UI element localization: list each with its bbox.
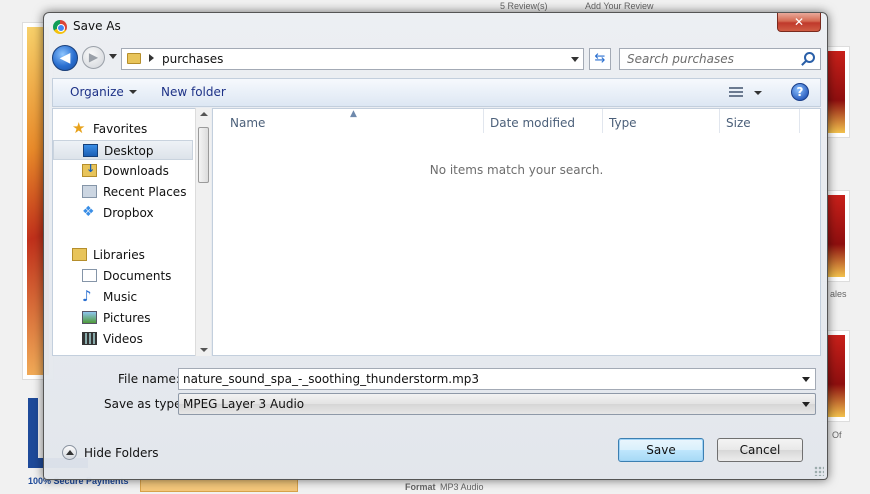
breadcrumb-arrow-icon[interactable] xyxy=(149,54,154,62)
forward-button[interactable]: ▶ xyxy=(82,46,105,69)
buy-button[interactable] xyxy=(140,478,298,492)
save-type-label: Save as type: xyxy=(104,397,186,411)
save-button[interactable]: Save xyxy=(618,438,704,462)
organize-label: Organize xyxy=(70,85,124,99)
breadcrumb-purchases[interactable]: purchases xyxy=(162,52,223,66)
nav-documents[interactable]: Documents xyxy=(53,266,193,286)
side-text: Of xyxy=(832,430,842,440)
nav-pictures[interactable]: Pictures xyxy=(53,308,193,328)
nav-downloads-label: Downloads xyxy=(103,164,169,178)
nav-dropbox[interactable]: ❖ Dropbox xyxy=(53,203,193,223)
command-bar: Organize New folder ? xyxy=(52,78,821,107)
rating-text: 5 Review(s) xyxy=(500,1,548,11)
nav-downloads[interactable]: Downloads xyxy=(53,161,193,181)
column-date-label: Date modified xyxy=(490,116,576,130)
recent-places-icon xyxy=(82,185,97,198)
nav-libraries-label: Libraries xyxy=(93,248,145,262)
views-dropdown-icon[interactable] xyxy=(754,91,762,95)
nav-documents-label: Documents xyxy=(103,269,172,283)
search-icon[interactable] xyxy=(804,52,815,63)
refresh-button[interactable]: ⇆ xyxy=(589,48,611,70)
nav-videos-label: Videos xyxy=(103,332,143,346)
close-button[interactable]: ✕ xyxy=(777,13,821,32)
organize-button[interactable]: Organize xyxy=(70,85,137,99)
desktop-icon xyxy=(83,144,98,157)
new-folder-button[interactable]: New folder xyxy=(161,85,226,99)
star-icon: ★ xyxy=(72,119,86,137)
cancel-button[interactable]: Cancel xyxy=(717,438,803,462)
nav-music-label: Music xyxy=(103,290,138,304)
search-placeholder: Search purchases xyxy=(627,52,734,66)
scroll-down-icon[interactable] xyxy=(200,348,208,352)
nav-favorites-label: Favorites xyxy=(93,122,148,136)
album-art xyxy=(827,195,845,277)
resize-grip[interactable] xyxy=(814,466,824,476)
address-dropdown-icon[interactable] xyxy=(571,57,579,62)
search-input[interactable]: Search purchases xyxy=(619,48,821,70)
chevron-down-icon[interactable] xyxy=(802,402,810,407)
help-icon[interactable]: ? xyxy=(791,83,809,101)
save-as-dialog: Save As ✕ ◀ ▶ purchases ⇆ Search purchas… xyxy=(43,12,828,480)
nav-scrollbar[interactable] xyxy=(195,108,211,356)
album-art xyxy=(827,51,845,133)
nav-desktop-label: Desktop xyxy=(104,144,154,158)
column-header-size[interactable]: Size xyxy=(720,109,800,133)
title-bar[interactable]: Save As ✕ xyxy=(44,13,827,39)
folder-icon xyxy=(127,53,141,64)
recent-locations-dropdown[interactable] xyxy=(109,54,117,59)
pictures-icon xyxy=(82,311,97,324)
chevron-down-icon xyxy=(128,90,137,94)
column-type-label: Type xyxy=(609,116,637,130)
file-name-value: nature_sound_spa_-_soothing_thunderstorm… xyxy=(183,372,480,386)
column-header-name[interactable]: ▲ Name xyxy=(213,109,484,133)
column-header-date-modified[interactable]: Date modified xyxy=(484,109,603,133)
format-label: Format xyxy=(405,482,436,492)
collapse-up-icon xyxy=(62,445,77,460)
scroll-thumb[interactable] xyxy=(198,127,209,183)
format-value: MP3 Audio xyxy=(440,482,484,492)
nav-videos[interactable]: Videos xyxy=(53,329,193,349)
album-art xyxy=(827,335,845,417)
back-button[interactable]: ◀ xyxy=(52,45,78,71)
empty-message: No items match your search. xyxy=(429,163,604,177)
side-text: ales xyxy=(830,289,847,299)
sort-ascending-icon: ▲ xyxy=(350,109,357,119)
nav-favorites[interactable]: ★ Favorites xyxy=(53,119,193,139)
dropbox-icon: ❖ xyxy=(82,204,95,220)
libraries-icon xyxy=(72,248,87,261)
file-name-label: File name: xyxy=(118,372,180,386)
scroll-up-icon[interactable] xyxy=(200,112,208,116)
file-name-field[interactable]: nature_sound_spa_-_soothing_thunderstorm… xyxy=(178,368,816,390)
chevron-down-icon[interactable] xyxy=(802,377,810,382)
dialog-title: Save As xyxy=(73,19,121,33)
chrome-icon xyxy=(53,20,67,34)
nav-recent-places[interactable]: Recent Places xyxy=(53,182,193,202)
address-bar[interactable]: purchases xyxy=(121,48,584,70)
column-header-type[interactable]: Type xyxy=(603,109,720,133)
nav-pictures-label: Pictures xyxy=(103,311,151,325)
nav-dropbox-label: Dropbox xyxy=(103,206,154,220)
file-list[interactable]: ▲ Name Date modified Type Size No items … xyxy=(212,108,821,356)
nav-libraries[interactable]: Libraries xyxy=(53,245,193,265)
views-icon[interactable] xyxy=(729,87,743,98)
nav-music[interactable]: ♪ Music xyxy=(53,287,193,307)
save-type-value: MPEG Layer 3 Audio xyxy=(183,397,305,411)
videos-icon xyxy=(82,332,97,345)
downloads-icon xyxy=(82,162,97,177)
music-icon: ♪ xyxy=(82,287,92,305)
nav-desktop[interactable]: Desktop xyxy=(53,140,193,160)
nav-recent-places-label: Recent Places xyxy=(103,185,187,199)
hide-folders-label: Hide Folders xyxy=(84,446,159,460)
column-name-label: Name xyxy=(230,116,266,130)
add-review-link[interactable]: Add Your Review xyxy=(585,1,654,11)
column-size-label: Size xyxy=(726,116,751,130)
save-type-select[interactable]: MPEG Layer 3 Audio xyxy=(178,393,816,415)
documents-icon xyxy=(82,269,97,282)
navigation-pane: ★ Favorites Desktop Downloads Recent Pla… xyxy=(52,108,210,356)
